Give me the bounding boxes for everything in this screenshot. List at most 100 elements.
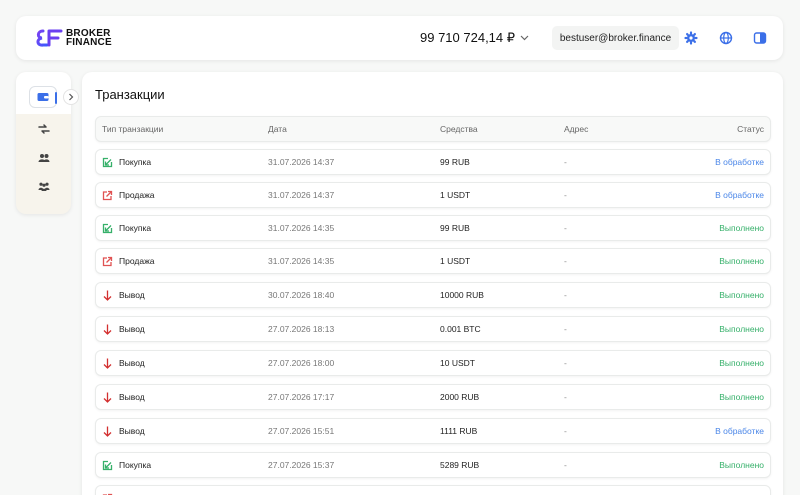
table-row[interactable]: Покупка 31.07.2026 14:35 99 RUB - Выполнено [95, 215, 771, 241]
gear-icon[interactable] [684, 31, 698, 45]
transaction-date: 31.07.2026 14:35 [268, 256, 335, 266]
cell-type: Вывод [102, 351, 145, 375]
table-row[interactable]: Продажа 31.07.2026 14:35 1 USDT - Выполнено [95, 248, 771, 274]
active-indicator [55, 92, 57, 104]
transaction-amount: 1111 RUB [440, 426, 478, 436]
transaction-date: 27.07.2026 15:51 [268, 426, 335, 436]
transaction-type: Продажа [119, 190, 155, 200]
sidebar-item-wallet[interactable] [29, 86, 57, 108]
top-header: BROKER FINANCE 99 710 724,14 ₽ bestuser@… [16, 16, 783, 60]
transaction-amount: 99 RUB [440, 157, 470, 167]
transactions-panel: Транзакции Тип транзакции Дата Средства … [82, 72, 783, 495]
table-row[interactable]: Продажа 31.07.2026 14:37 1 USDT - В обработк… [95, 182, 771, 208]
theme-toggle-icon[interactable] [753, 31, 767, 45]
balance-value: 99 710 724,14 ₽ [420, 30, 516, 45]
column-header-address: Адрес [564, 124, 589, 134]
transaction-amount: 99 RUB [440, 223, 470, 233]
chevron-down-icon [520, 35, 529, 41]
transaction-amount: 1 USDT [440, 256, 471, 266]
sidebar-expand-button[interactable] [63, 89, 79, 105]
transaction-amount: 0.001 BTC [440, 324, 481, 334]
column-header-amount: Средства [440, 124, 478, 134]
transaction-date: 31.07.2026 14:37 [268, 190, 335, 200]
transaction-type: Вывод [119, 358, 145, 368]
cell-type: Покупка [102, 150, 151, 174]
transaction-amount: 1 USDT [440, 190, 471, 200]
transaction-date: 27.07.2026 15:37 [268, 460, 335, 470]
status-badge: В обработке [715, 426, 764, 436]
table-row-partial[interactable] [95, 485, 771, 495]
cell-type: Продажа [102, 249, 154, 273]
status-badge: Выполнено [719, 223, 764, 233]
wallet-icon [37, 93, 49, 101]
logo-text-line2: FINANCE [66, 37, 112, 48]
handshake-icon[interactable] [38, 182, 50, 192]
status-badge: Выполнено [719, 460, 764, 470]
transaction-type: Покупка [119, 157, 152, 167]
logo-mark-icon [36, 29, 63, 47]
transaction-date: 27.07.2026 18:00 [268, 358, 335, 368]
column-header-date: Дата [268, 124, 287, 134]
table-row[interactable]: Вывод 30.07.2026 18:40 10000 RUB - Выполнено [95, 282, 771, 308]
cell-type: Вывод [102, 419, 145, 443]
transaction-type: Вывод [119, 392, 145, 402]
transaction-amount: 10 USDT [440, 358, 475, 368]
transaction-address: - [564, 290, 567, 300]
cell-type: Вывод [102, 385, 145, 409]
transaction-type: Вывод [119, 324, 145, 334]
globe-icon[interactable] [719, 31, 733, 45]
status-badge: В обработке [715, 190, 764, 200]
cell-type: Покупка [102, 216, 151, 240]
buy-icon [102, 157, 113, 167]
status-badge: Выполнено [719, 392, 764, 402]
table-row[interactable]: Вывод 27.07.2026 18:13 0.001 BTC - Выполнено [95, 316, 771, 342]
transaction-type: Вывод [119, 290, 145, 300]
transaction-address: - [564, 256, 567, 266]
transaction-date: 27.07.2026 18:13 [268, 324, 335, 334]
transaction-address: - [564, 426, 567, 436]
table-row[interactable]: Вывод 27.07.2026 18:00 10 USDT - Выполнено [95, 350, 771, 376]
withdraw-icon [103, 426, 112, 437]
transaction-type: Вывод [119, 426, 145, 436]
cell-type: Вывод [102, 283, 145, 307]
logo[interactable]: BROKER FINANCE [34, 28, 112, 48]
status-badge: Выполнено [719, 324, 764, 334]
users-icon[interactable] [38, 153, 50, 163]
sell-icon [102, 190, 113, 200]
transaction-date: 31.07.2026 14:35 [268, 223, 335, 233]
transaction-address: - [564, 358, 567, 368]
withdraw-icon [103, 324, 112, 335]
exchange-icon[interactable] [38, 124, 50, 134]
sidebar [16, 72, 79, 214]
buy-icon [102, 223, 113, 233]
table-row[interactable]: Вывод 27.07.2026 17:17 2000 RUB - Выполнено [95, 384, 771, 410]
transaction-date: 31.07.2026 14:37 [268, 157, 335, 167]
transaction-type: Покупка [119, 223, 152, 233]
status-badge: Выполнено [719, 358, 764, 368]
column-header-status: Статус [737, 124, 764, 134]
cell-type: Вывод [102, 317, 145, 341]
withdraw-icon [103, 392, 112, 403]
transaction-type: Продажа [119, 256, 155, 266]
transaction-address: - [564, 324, 567, 334]
status-badge: В обработке [715, 157, 764, 167]
table-row[interactable]: Покупка 31.07.2026 14:37 99 RUB - В обработк… [95, 149, 771, 175]
user-email-button[interactable]: bestuser@broker.finance [552, 26, 679, 50]
buy-icon [102, 460, 113, 470]
table-row[interactable]: Вывод 27.07.2026 15:51 1111 RUB - В обработк… [95, 418, 771, 444]
transaction-address: - [564, 392, 567, 402]
user-email: bestuser@broker.finance [559, 32, 672, 44]
balance-dropdown[interactable]: 99 710 724,14 ₽ [420, 30, 529, 46]
table-header: Тип транзакции Дата Средства Адрес Стату… [95, 116, 771, 142]
withdraw-icon [103, 358, 112, 369]
transaction-address: - [564, 157, 567, 167]
transaction-address: - [564, 223, 567, 233]
transaction-amount: 2000 RUB [440, 392, 480, 402]
withdraw-icon [103, 290, 112, 301]
transaction-address: - [564, 460, 567, 470]
transaction-address: - [564, 190, 567, 200]
page-title: Транзакции [95, 87, 165, 102]
chevron-right-icon [69, 93, 74, 101]
cell-type: Продажа [102, 183, 154, 207]
table-row[interactable]: Покупка 27.07.2026 15:37 5289 RUB - Выполнен… [95, 452, 771, 478]
